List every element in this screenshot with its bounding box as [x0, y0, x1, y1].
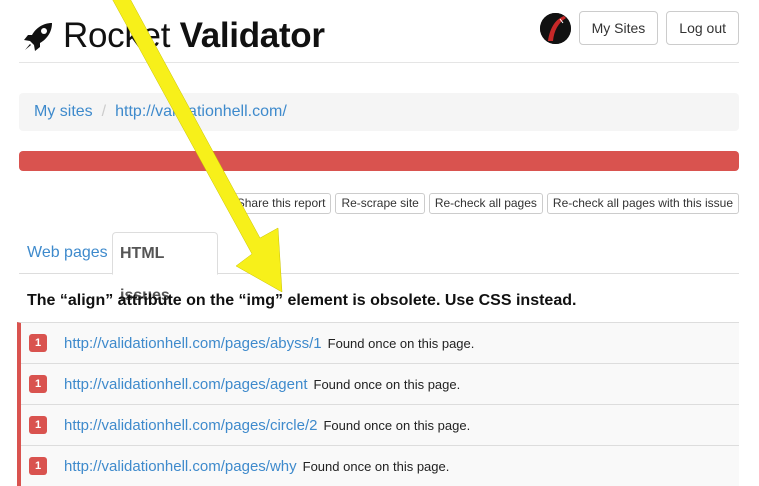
recheck-issue-pages-button[interactable]: Re-check all pages with this issue: [546, 193, 739, 214]
header-actions: My Sites Log out: [539, 11, 739, 45]
report-actions: Share this report Re-scrape site Re-chec…: [230, 193, 739, 214]
recheck-all-pages-button[interactable]: Re-check all pages: [428, 193, 543, 214]
share-report-button[interactable]: Share this report: [230, 193, 332, 214]
breadcrumb-separator: /: [101, 103, 107, 120]
count-badge: 1: [29, 334, 47, 352]
count-badge: 1: [29, 375, 47, 393]
breadcrumb: My sites / http://validationhell.com/: [19, 93, 739, 131]
count-badge: 1: [29, 457, 47, 475]
avatar-image: [539, 12, 571, 44]
header: Rocket Validator My Sites Log out: [19, 10, 739, 62]
breadcrumb-my-sites[interactable]: My sites: [34, 103, 93, 121]
progress-bar-fill: [19, 151, 739, 171]
logo-text: Rocket Validator: [63, 16, 325, 56]
avatar[interactable]: [539, 12, 571, 44]
breadcrumb-site[interactable]: http://validationhell.com/: [115, 103, 287, 121]
list-item: 1 http://validationhell.com/pages/why Fo…: [21, 446, 739, 486]
list-item: 1 http://validationhell.com/pages/abyss/…: [21, 323, 739, 364]
count-badge: 1: [29, 416, 47, 434]
list-item: 1 http://validationhell.com/pages/agent …: [21, 364, 739, 405]
logout-button[interactable]: Log out: [666, 11, 739, 45]
progress-bar: [19, 151, 739, 171]
header-divider: [19, 62, 739, 63]
rescrape-site-button[interactable]: Re-scrape site: [335, 193, 425, 214]
logo-text-bold: Validator: [179, 16, 325, 55]
issue-occurrence-list: 1 http://validationhell.com/pages/abyss/…: [17, 322, 739, 486]
occurrence-note: Found once on this page.: [327, 335, 475, 351]
page-link[interactable]: http://validationhell.com/pages/abyss/1: [64, 335, 322, 352]
logo-text-regular: Rocket: [63, 16, 171, 55]
my-sites-button[interactable]: My Sites: [578, 11, 659, 45]
page-link[interactable]: http://validationhell.com/pages/circle/2: [64, 417, 317, 434]
issue-title: The “align” attribute on the “img” eleme…: [27, 292, 577, 309]
tab-web-pages[interactable]: Web pages: [19, 232, 116, 274]
tab-html-issues[interactable]: HTML issues: [112, 232, 218, 304]
page-link[interactable]: http://validationhell.com/pages/agent: [64, 376, 308, 393]
list-item: 1 http://validationhell.com/pages/circle…: [21, 405, 739, 446]
rocket-icon: [24, 23, 52, 51]
tabs: Web pages HTML issues: [19, 232, 739, 304]
occurrence-note: Found once on this page.: [323, 417, 471, 433]
page-link[interactable]: http://validationhell.com/pages/why: [64, 458, 297, 475]
occurrence-note: Found once on this page.: [302, 458, 450, 474]
logo[interactable]: Rocket Validator: [21, 16, 325, 56]
occurrence-note: Found once on this page.: [313, 376, 461, 392]
